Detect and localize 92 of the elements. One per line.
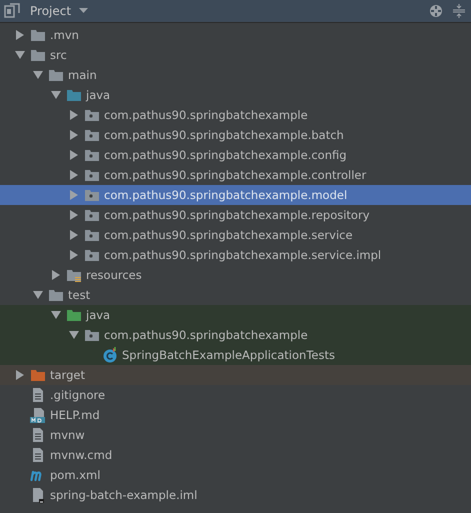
tree-label: target — [50, 368, 85, 382]
tree-label: java — [86, 88, 110, 102]
file-icon — [30, 427, 46, 443]
tree-label: com.pathus90.springbatchexample.config — [104, 148, 347, 162]
tree-label: mvnw — [50, 428, 85, 442]
tree-label: com.pathus90.springbatchexample — [104, 108, 308, 122]
collapsed-arrow-icon[interactable] — [50, 269, 62, 281]
tree-label: .mvn — [50, 28, 79, 42]
tree-label: com.pathus90.springbatchexample.controller — [104, 168, 366, 182]
tree-row[interactable]: .mvn — [0, 25, 471, 45]
locate-icon[interactable] — [429, 4, 443, 18]
tree-label: spring-batch-example.iml — [50, 488, 198, 502]
resources-folder-icon — [66, 267, 82, 283]
tree-row[interactable]: com.pathus90.springbatchexample.repository — [0, 205, 471, 225]
package-icon — [84, 327, 100, 343]
collapsed-arrow-icon[interactable] — [68, 249, 80, 261]
folder-icon — [30, 367, 46, 383]
folder-icon — [48, 287, 64, 303]
package-icon — [84, 247, 100, 263]
tree-row[interactable]: target — [0, 365, 471, 385]
collapsed-arrow-icon[interactable] — [68, 149, 80, 161]
tree-label: resources — [86, 268, 142, 282]
tree-row[interactable]: com.pathus90.springbatchexample — [0, 325, 471, 345]
panel-title[interactable]: Project — [30, 4, 72, 18]
tree-label: main — [68, 68, 97, 82]
collapsed-arrow-icon[interactable] — [14, 369, 26, 381]
tree-row[interactable]: mvnw — [0, 425, 471, 445]
expanded-arrow-icon[interactable] — [50, 309, 62, 321]
folder-icon — [66, 87, 82, 103]
tree-row[interactable]: com.pathus90.springbatchexample.service.impl — [0, 245, 471, 265]
file-icon — [30, 447, 46, 463]
expanded-arrow-icon[interactable] — [32, 69, 44, 81]
folder-icon — [48, 67, 64, 83]
collapsed-arrow-icon[interactable] — [68, 109, 80, 121]
tree-row[interactable]: main — [0, 65, 471, 85]
package-icon — [84, 167, 100, 183]
tree-label: com.pathus90.springbatchexample.model — [104, 188, 348, 202]
tree-row[interactable]: HELP.md — [0, 405, 471, 425]
module-file-icon — [30, 487, 46, 503]
folder-icon — [30, 27, 46, 43]
package-icon — [84, 227, 100, 243]
tree-row[interactable]: test — [0, 285, 471, 305]
expanded-arrow-icon[interactable] — [68, 329, 80, 341]
folder-icon — [66, 307, 82, 323]
expanded-arrow-icon[interactable] — [50, 89, 62, 101]
collapsed-arrow-icon[interactable] — [68, 229, 80, 241]
tree-label: test — [68, 288, 90, 302]
collapsed-arrow-icon[interactable] — [68, 169, 80, 181]
tree-label: com.pathus90.springbatchexample.repository — [104, 208, 370, 222]
package-icon — [84, 207, 100, 223]
tree-label: java — [86, 308, 110, 322]
tree-row[interactable]: pom.xml — [0, 465, 471, 485]
tree-row[interactable]: com.pathus90.springbatchexample.controller — [0, 165, 471, 185]
folder-icon — [30, 47, 46, 63]
tree-label: src — [50, 48, 67, 62]
package-icon — [84, 107, 100, 123]
tree-label: HELP.md — [50, 408, 100, 422]
expanded-arrow-icon[interactable] — [14, 49, 26, 61]
tree-row[interactable]: com.pathus90.springbatchexample.model — [0, 185, 471, 205]
tree-row[interactable]: .gitignore — [0, 385, 471, 405]
tree-row[interactable]: spring-batch-example.iml — [0, 485, 471, 505]
collapsed-arrow-icon[interactable] — [68, 129, 80, 141]
tree-label: .gitignore — [50, 388, 106, 402]
package-icon — [84, 187, 100, 203]
tree-row[interactable]: java — [0, 85, 471, 105]
project-view-icon — [4, 3, 20, 19]
class-icon — [102, 347, 118, 363]
tree-row[interactable]: src — [0, 45, 471, 65]
collapsed-arrow-icon[interactable] — [14, 29, 26, 41]
collapsed-arrow-icon[interactable] — [68, 209, 80, 221]
tree-label: SpringBatchExampleApplicationTests — [122, 348, 335, 362]
file-icon — [30, 387, 46, 403]
markdown-file-icon — [30, 407, 46, 423]
tree-row[interactable]: com.pathus90.springbatchexample.config — [0, 145, 471, 165]
tree-label: com.pathus90.springbatchexample — [104, 328, 308, 342]
collapse-all-icon[interactable] — [453, 4, 465, 18]
tree-label: mvnw.cmd — [50, 448, 112, 462]
tree-label: pom.xml — [50, 468, 100, 482]
package-icon — [84, 147, 100, 163]
tree-row[interactable]: mvnw.cmd — [0, 445, 471, 465]
tree-row[interactable]: com.pathus90.springbatchexample.service — [0, 225, 471, 245]
tree-row[interactable]: resources — [0, 265, 471, 285]
package-icon — [84, 127, 100, 143]
dropdown-caret-icon[interactable] — [79, 8, 88, 14]
expanded-arrow-icon[interactable] — [32, 289, 44, 301]
tree-label: com.pathus90.springbatchexample.service.impl — [104, 248, 382, 262]
tree-row[interactable]: com.pathus90.springbatchexample.batch — [0, 125, 471, 145]
tree-row[interactable]: SpringBatchExampleApplicationTests — [0, 345, 471, 365]
tree-row[interactable]: java — [0, 305, 471, 325]
tree-label: com.pathus90.springbatchexample.batch — [104, 128, 344, 142]
tree-label: com.pathus90.springbatchexample.service — [104, 228, 353, 242]
tree-row[interactable]: com.pathus90.springbatchexample — [0, 105, 471, 125]
